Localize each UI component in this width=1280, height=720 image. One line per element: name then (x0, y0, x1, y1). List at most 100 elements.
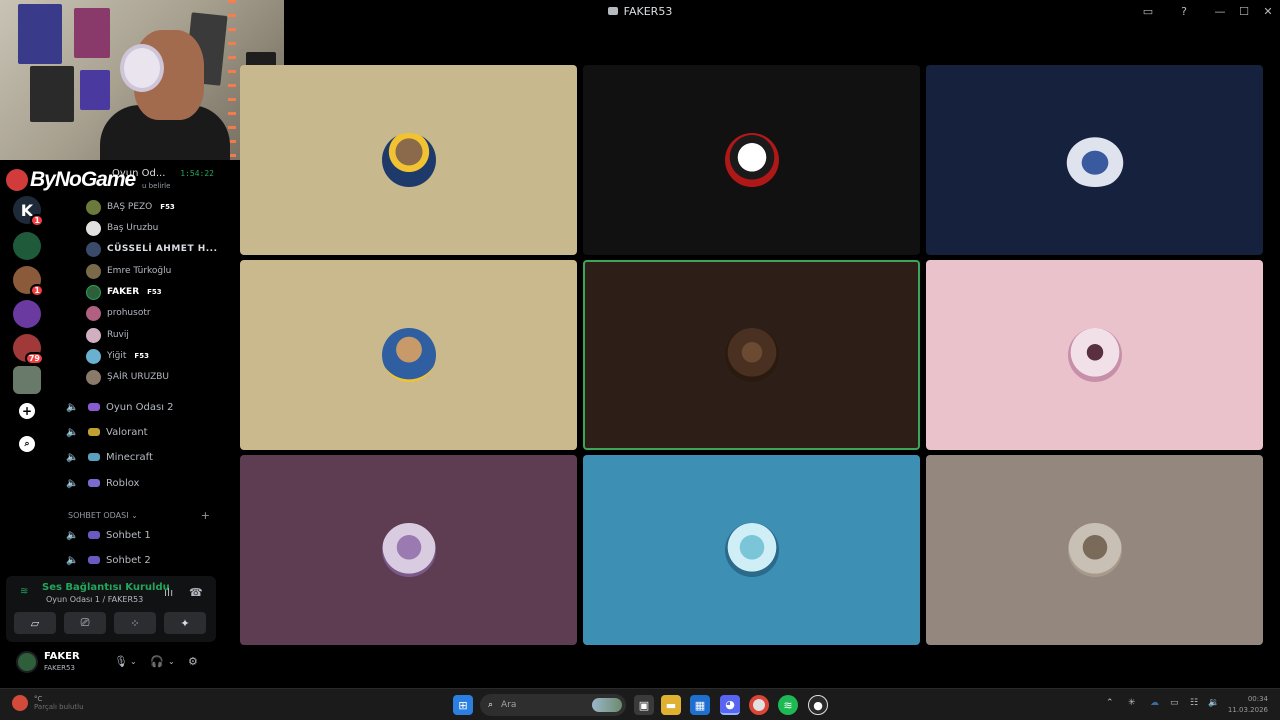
speaker-icon: 🔈 (66, 401, 79, 413)
voice-channel-path[interactable]: Oyun Odası 1 / FAKER53 (46, 595, 143, 604)
member-tag: F53 (147, 288, 162, 296)
chevron-down-icon[interactable]: ⌄ (168, 657, 175, 666)
server-purple[interactable] (13, 300, 41, 328)
discover-icon[interactable]: ⌕ (19, 436, 35, 452)
avatar (86, 305, 101, 321)
tray-cloud-icon[interactable]: ☁ (1150, 698, 1159, 708)
system-clock[interactable]: 00:34 11.03.2026 (1228, 694, 1268, 716)
user-panel: FAKER FAKER53 🎙 ⌄ 🎧 ⌄ ⚙ (6, 645, 216, 681)
voice-channel-sohbet-1[interactable]: 🔈 Sohbet 1 (66, 525, 216, 545)
voice-channel-minecraft[interactable]: 🔈 Minecraft (66, 447, 216, 467)
voice-member[interactable]: ŞAİR URUZBU (86, 368, 169, 386)
game-icon (88, 531, 100, 539)
brand-logo-icon (6, 169, 28, 191)
participant-avatar (724, 133, 779, 187)
microphone-icon[interactable]: 🎙 (114, 655, 128, 668)
video-tile-2[interactable] (583, 65, 920, 255)
category-sohbet-odasi[interactable]: SOHBET ODASI ⌄ + (68, 508, 210, 522)
camera-button[interactable]: ▱ (14, 612, 56, 634)
voice-member[interactable]: Baş Uruzbu (86, 219, 158, 237)
channel-label: Roblox (106, 477, 140, 489)
store-icon[interactable]: ▦ (690, 695, 710, 715)
voice-channel-valorant[interactable]: 🔈 Valorant (66, 422, 216, 442)
voice-channel-oyun-odasi-2[interactable]: 🔈 Oyun Odası 2 (66, 397, 216, 417)
steam-icon[interactable]: ● (808, 695, 828, 715)
add-server-icon[interactable]: + (19, 403, 35, 419)
tray-display-icon[interactable]: ▭ (1170, 698, 1179, 708)
server-photo[interactable] (13, 366, 41, 394)
poster (18, 4, 62, 64)
voice-member[interactable]: FAKER F53 (86, 283, 162, 301)
taskbar-search[interactable]: ⌕ Ara (480, 694, 626, 716)
video-tile-8[interactable] (583, 455, 920, 645)
search-highlight-image (592, 698, 622, 712)
tray-volume-icon[interactable]: 🔉 (1208, 698, 1219, 708)
tray-network-icon[interactable]: ☷ (1190, 698, 1198, 708)
screen-share-button[interactable]: ⎚ (64, 612, 106, 634)
close-icon[interactable]: ✕ (1256, 0, 1280, 22)
inbox-icon[interactable]: ▭ (1136, 0, 1160, 22)
chevron-down-icon[interactable]: ⌄ (130, 657, 137, 666)
weather-text: °C Parçalı bulutlu (34, 695, 84, 711)
participant-avatar (724, 328, 779, 382)
add-channel-icon[interactable]: + (201, 509, 210, 522)
voice-status[interactable]: Ses Bağlantısı Kuruldu (42, 582, 170, 593)
maximize-icon[interactable]: ☐ (1232, 0, 1256, 22)
window-title-text: FAKER53 (623, 4, 673, 18)
help-icon[interactable]: ? (1172, 0, 1196, 22)
voice-member[interactable]: Emre Türkoğlu (86, 262, 171, 280)
avatar[interactable] (16, 651, 38, 673)
spotify-icon[interactable]: ≋ (778, 695, 798, 715)
voice-channel-sohbet-2[interactable]: 🔈 Sohbet 2 (66, 550, 216, 570)
server-green[interactable] (13, 232, 41, 260)
chevron-down-icon: ⌄ (131, 510, 138, 520)
weather-icon (12, 695, 28, 711)
participant-avatar (724, 523, 779, 577)
video-tile-7[interactable] (240, 455, 577, 645)
soundboard-icon: ✦ (180, 616, 190, 630)
discord-taskbar-icon[interactable]: ◕ (720, 695, 740, 715)
video-tile-5[interactable] (583, 260, 920, 450)
participant-avatar (381, 523, 436, 577)
activities-button[interactable]: ⁘ (114, 612, 156, 634)
video-tile-9[interactable] (926, 455, 1263, 645)
video-tile-1[interactable] (240, 65, 577, 255)
video-tile-3[interactable] (926, 65, 1263, 255)
channel-label: Minecraft (106, 451, 153, 463)
headphones-earcup (120, 44, 164, 92)
search-placeholder: Ara (501, 700, 517, 710)
speaker-icon: 🔈 (66, 426, 79, 438)
noise-suppression-icon[interactable]: ılı (164, 586, 173, 599)
headphones-icon[interactable]: 🎧 (150, 655, 164, 668)
voice-member[interactable]: Yiğit F53 (86, 347, 149, 365)
weather-desc: Parçalı bulutlu (34, 703, 84, 711)
tray-chevron-up-icon[interactable]: ⌃ (1106, 698, 1114, 708)
disconnect-icon[interactable]: ☎ (189, 586, 203, 599)
task-view-icon[interactable]: ▣ (634, 695, 654, 715)
avatar (86, 369, 101, 385)
windows-start-icon[interactable]: ⊞ (453, 695, 473, 715)
video-tile-4[interactable] (240, 260, 577, 450)
window-controls: ▭ ? — ☐ ✕ (1136, 0, 1280, 22)
voice-channel-roblox[interactable]: 🔈 Roblox (66, 473, 216, 493)
voice-member[interactable]: prohusotr (86, 304, 151, 322)
chrome-icon[interactable] (749, 695, 769, 715)
game-icon (88, 403, 100, 411)
soundboard-button[interactable]: ✦ (164, 612, 206, 634)
file-explorer-icon[interactable]: ▬ (661, 695, 681, 715)
video-tile-6[interactable] (926, 260, 1263, 450)
server-k[interactable]: K1 (13, 196, 44, 227)
server-red[interactable]: 79 (13, 334, 44, 365)
windows-taskbar: °C Parçalı bulutlu ⊞ ⌕ Ara ▣ ▬ ▦ ◕ ≋ ● ⌃… (0, 688, 1280, 720)
tray-app-icon[interactable]: ✳ (1128, 698, 1136, 708)
voice-member[interactable]: CÜSSELİ AHMET H... (86, 240, 218, 258)
server-avatar[interactable]: 1 (13, 266, 44, 297)
settings-gear-icon[interactable]: ⚙ (188, 655, 198, 668)
participant-avatar (1061, 133, 1128, 187)
minimize-icon[interactable]: — (1208, 0, 1232, 22)
voice-member[interactable]: Ruvij (86, 326, 129, 344)
notification-badge: 1 (30, 284, 44, 297)
weather-widget[interactable]: °C Parçalı bulutlu (12, 695, 84, 711)
voice-member[interactable]: BAŞ PEZO F53 (86, 198, 175, 216)
speaker-icon: 🔈 (66, 451, 79, 463)
